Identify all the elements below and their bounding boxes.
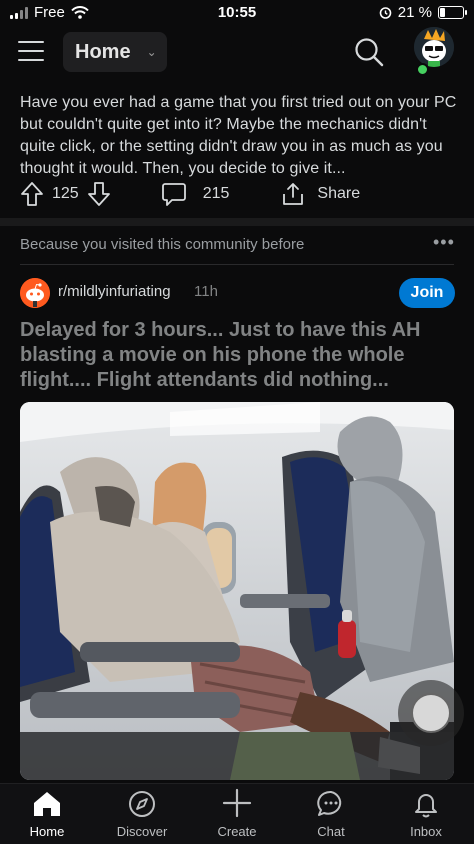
post-action-bar: 125 215 Share xyxy=(20,178,460,210)
avatar xyxy=(414,27,454,67)
nav-chat-label: Chat xyxy=(317,824,345,839)
bell-icon xyxy=(415,794,437,818)
chevron-down-icon: ⌄ xyxy=(146,45,157,59)
nav-home[interactable]: Home xyxy=(7,790,87,839)
user-avatar-button[interactable] xyxy=(414,27,454,76)
join-button[interactable]: Join xyxy=(399,278,455,308)
search-icon[interactable] xyxy=(354,37,384,67)
nav-discover[interactable]: Discover xyxy=(102,790,182,839)
battery-percent: 21 % xyxy=(397,4,432,21)
community-icon[interactable] xyxy=(20,278,50,308)
comment-icon[interactable] xyxy=(161,181,187,207)
nav-inbox[interactable]: Inbox xyxy=(386,790,466,839)
community-name[interactable]: r/mildlyinfuriating xyxy=(58,283,171,300)
app-header: Home ⌄ xyxy=(0,26,474,80)
comment-count[interactable]: 215 xyxy=(203,185,230,203)
nav-create[interactable]: Create xyxy=(197,788,277,839)
online-status-dot xyxy=(416,63,429,76)
post-image[interactable] xyxy=(20,402,454,780)
feed-selector-label: Home xyxy=(75,40,131,63)
post-divider xyxy=(0,218,474,226)
snoo-icon xyxy=(20,278,50,308)
battery-icon xyxy=(438,6,467,19)
recommendation-reason: Because you visited this community befor… xyxy=(20,236,305,253)
post-age: 11h xyxy=(194,283,218,300)
share-icon[interactable] xyxy=(281,181,305,207)
nav-create-label: Create xyxy=(217,824,257,839)
floating-action-button[interactable] xyxy=(398,680,464,746)
status-bar: Free 10:55 21 % xyxy=(0,0,474,26)
more-options-icon[interactable]: ••• xyxy=(433,232,455,253)
downvote-icon[interactable] xyxy=(87,181,111,207)
nav-chat[interactable]: Chat xyxy=(291,790,371,839)
compass-icon xyxy=(129,791,155,817)
status-right: 21 % xyxy=(379,4,467,21)
nav-discover-label: Discover xyxy=(116,824,168,839)
snoo-avatar-icon xyxy=(414,27,454,67)
home-icon xyxy=(34,792,60,816)
recommendation-divider xyxy=(20,264,454,265)
menu-icon[interactable] xyxy=(18,41,44,63)
share-button[interactable]: Share xyxy=(317,185,360,203)
plus-icon xyxy=(222,788,252,818)
upvote-icon[interactable] xyxy=(20,181,44,207)
record-icon xyxy=(411,693,451,733)
bottom-navigation: Home Discover Create Chat Inbox xyxy=(0,783,474,844)
vote-count: 125 xyxy=(52,185,79,202)
alarm-icon xyxy=(379,7,392,19)
post-title[interactable]: Delayed for 3 hours... Just to have this… xyxy=(20,318,460,393)
nav-home-label: Home xyxy=(29,824,65,839)
chat-icon xyxy=(317,790,342,816)
feed-selector[interactable]: Home ⌄ xyxy=(63,32,167,72)
post-body-preview[interactable]: Have you ever had a game that you first … xyxy=(20,92,460,180)
nav-inbox-label: Inbox xyxy=(410,824,442,839)
airplane-cabin-photo xyxy=(20,402,454,780)
